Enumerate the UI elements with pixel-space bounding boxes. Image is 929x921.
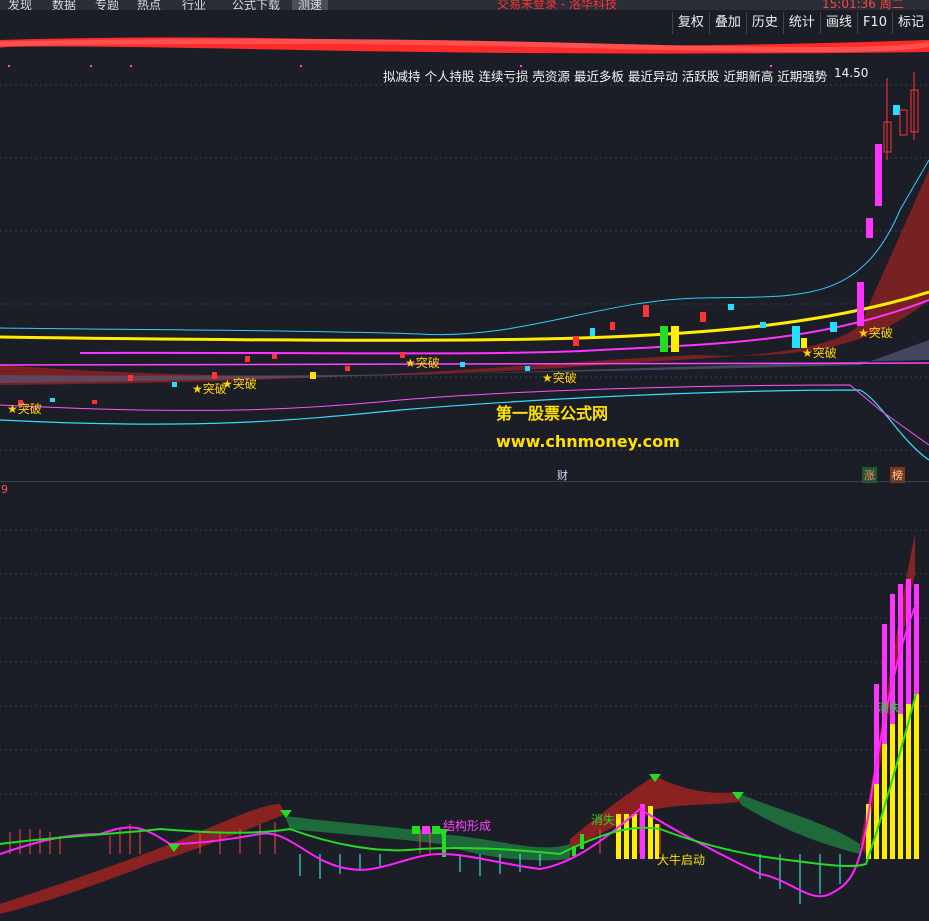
panel-divider bbox=[0, 481, 929, 482]
clock: 15:01:36 周二 bbox=[822, 0, 904, 10]
tab-topics[interactable]: 专题 bbox=[95, 0, 119, 10]
ma-band-gray bbox=[0, 340, 929, 383]
volume-bars bbox=[412, 579, 919, 859]
window-title: 交易未登录 - 洛华科技 bbox=[497, 0, 617, 10]
breakout-label: ★突破 bbox=[7, 401, 42, 416]
indicator-chart[interactable]: 结构形成 消失 消失 大牛启动 bbox=[0, 484, 929, 921]
tab-hot[interactable]: 热点 bbox=[137, 0, 161, 10]
ribbon-red-left bbox=[0, 804, 285, 914]
boll-mid bbox=[0, 384, 929, 446]
top-menu-bar: 发现 数据 专题 热点 行业 公式下载 测速 交易未登录 - 洛华科技 15:0… bbox=[0, 0, 929, 10]
breakout-label: ★突破 bbox=[405, 355, 440, 370]
tab-discover[interactable]: 发现 bbox=[8, 0, 32, 10]
watermark-url: www.chnmoney.com bbox=[496, 432, 680, 451]
boll-upper bbox=[0, 159, 929, 336]
price-label: 14.50 bbox=[834, 66, 869, 80]
breakout-label: ★突破 bbox=[858, 325, 893, 340]
breakout-label: ★突破 bbox=[222, 376, 257, 391]
tab-data[interactable]: 数据 bbox=[52, 0, 76, 10]
redaction-scribble bbox=[0, 37, 929, 54]
boll-lower bbox=[0, 389, 929, 461]
bull-start-label: 大牛启动 bbox=[657, 852, 705, 867]
vanish-label-2: 消失 bbox=[877, 700, 901, 715]
price-chart[interactable]: ★突破 ★突破 ★突破 ★突破 ★突破 ★突破 ★突破 bbox=[0, 60, 929, 480]
watermark-title: 第一股票公式网 bbox=[496, 404, 609, 423]
stock-tags: 拟减持 个人持股 连续亏损 壳资源 最近多板 最近异动 活跃股 近期新高 近期强… bbox=[383, 69, 828, 84]
breakout-label: ★突破 bbox=[542, 370, 577, 385]
ribbon-green-mid bbox=[285, 816, 570, 861]
ribbon-green-right bbox=[740, 794, 860, 854]
ma-yellow bbox=[0, 290, 929, 342]
candles bbox=[18, 72, 919, 405]
tab-speedtest[interactable]: 测速 bbox=[292, 0, 329, 10]
tab-industry[interactable]: 行业 bbox=[182, 0, 206, 10]
kdj-magenta bbox=[0, 603, 917, 898]
indicator-gridlines bbox=[0, 529, 929, 795]
breakout-label: ★突破 bbox=[802, 345, 837, 360]
tab-formula-download[interactable]: 公式下载 bbox=[232, 0, 280, 10]
vanish-label-1: 消失 bbox=[591, 812, 615, 827]
structure-formed-label: 结构形成 bbox=[443, 818, 491, 833]
